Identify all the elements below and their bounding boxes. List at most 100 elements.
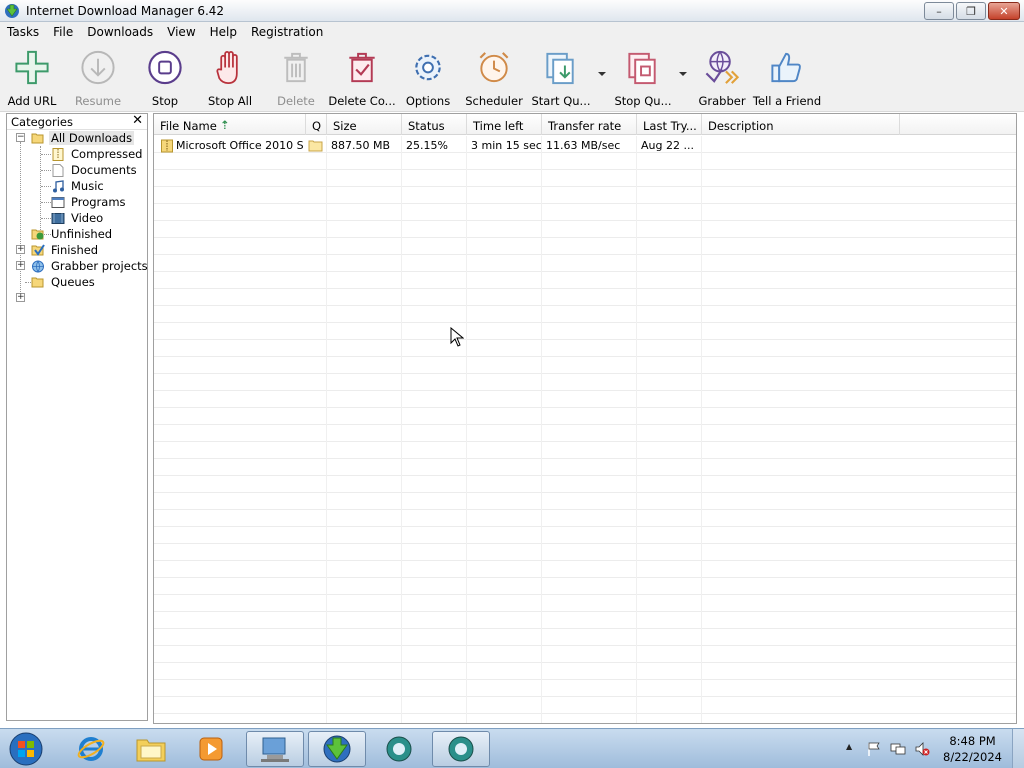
film-icon <box>51 212 65 224</box>
close-icon[interactable]: ✕ <box>132 113 143 128</box>
category-music[interactable]: Music <box>51 178 106 194</box>
folder-check-icon <box>31 243 45 256</box>
menu-registration[interactable]: Registration <box>244 22 330 42</box>
start-queue-button[interactable]: Start Qu... <box>531 48 591 108</box>
column-queue[interactable]: Q <box>306 114 327 135</box>
idm-app-icon[interactable] <box>4 3 20 19</box>
folder-icon <box>136 739 166 762</box>
minimize-button[interactable]: – <box>924 2 954 20</box>
add-url-label: Add URL <box>7 94 57 108</box>
expander-queues[interactable]: + <box>16 293 25 302</box>
categories-panel: Categories ✕ − All Downloads Compressed … <box>6 113 148 721</box>
close-button[interactable]: ✕ <box>988 2 1020 20</box>
stop-all-button[interactable]: Stop All <box>206 48 254 108</box>
stop-button[interactable]: Stop <box>141 48 189 108</box>
maximize-button[interactable]: ❐ <box>956 2 986 20</box>
menu-file[interactable]: File <box>46 22 80 42</box>
category-documents[interactable]: Documents <box>51 162 139 178</box>
column-status[interactable]: Status <box>402 114 467 135</box>
options-button[interactable]: Options <box>404 48 452 108</box>
globe-grabber-icon <box>705 50 740 84</box>
taskbar-app-globe[interactable] <box>370 731 428 767</box>
action-center-flag-icon[interactable] <box>866 741 882 757</box>
stop-label: Stop <box>151 94 179 108</box>
resume-button[interactable]: Resume <box>74 48 122 108</box>
start-queue-dropdown-arrow[interactable] <box>598 72 606 76</box>
categories-header: Categories ✕ <box>7 113 147 130</box>
column-time-left[interactable]: Time left <box>467 114 542 135</box>
stop-circle-icon <box>148 50 182 85</box>
queue-download-icon <box>546 52 574 85</box>
program-window-icon <box>51 196 65 208</box>
stop-queue-dropdown-arrow[interactable] <box>679 72 687 76</box>
thumbs-up-icon <box>771 52 801 83</box>
plus-icon <box>15 50 49 85</box>
taskbar: ▲ 8:48 PM 8/22/2024 <box>0 728 1024 768</box>
grabber-button[interactable]: Grabber <box>696 48 748 108</box>
category-compressed[interactable]: Compressed <box>51 146 144 162</box>
add-url-button[interactable]: Add URL <box>8 48 56 108</box>
taskbar-file-explorer[interactable] <box>122 731 180 767</box>
folder-download-icon <box>31 229 44 239</box>
expander-all-downloads[interactable]: − <box>16 133 25 142</box>
table-row[interactable]: Microsoft Office 2010 S... 887.50 MB 25.… <box>154 137 1016 154</box>
clock-time: 8:48 PM <box>949 734 996 748</box>
trash-check-icon <box>349 52 375 83</box>
menu-tasks[interactable]: Tasks <box>0 22 46 42</box>
alarm-clock-icon <box>479 52 509 83</box>
delete-completed-button[interactable]: Delete Co... <box>328 48 396 108</box>
tell-friend-button[interactable]: Tell a Friend <box>753 48 821 108</box>
delete-label: Delete <box>277 94 315 108</box>
windows-start-icon[interactable] <box>6 731 46 767</box>
tray-expand-arrow[interactable]: ▲ <box>846 742 852 751</box>
toolbar: Add URL Resume Stop Stop All Delete Dele… <box>0 42 1024 112</box>
start-queue-label: Start Qu... <box>531 94 591 108</box>
title-bar[interactable]: Internet Download Manager 6.42 – ❐ ✕ <box>0 0 1024 22</box>
expander-finished[interactable]: + <box>16 261 25 270</box>
download-list[interactable]: File Name ⇡ Q Size Status Time left Tran… <box>153 113 1017 724</box>
menu-downloads[interactable]: Downloads <box>80 22 160 42</box>
expander-unfinished[interactable]: + <box>16 245 25 254</box>
category-programs[interactable]: Programs <box>51 194 128 210</box>
category-video[interactable]: Video <box>51 210 105 226</box>
menu-help[interactable]: Help <box>203 22 244 42</box>
media-player-icon <box>199 737 223 761</box>
hand-stop-icon <box>216 51 238 84</box>
network-icon[interactable] <box>890 741 906 757</box>
menu-view[interactable]: View <box>160 22 202 42</box>
stop-queue-button[interactable]: Stop Qu... <box>614 48 672 108</box>
show-desktop-button[interactable] <box>1012 729 1024 768</box>
taskbar-idm[interactable] <box>308 731 366 767</box>
taskbar-remote-desktop[interactable] <box>246 731 304 767</box>
scheduler-button[interactable]: Scheduler <box>465 48 523 108</box>
speaker-muted-icon[interactable] <box>914 741 930 757</box>
category-queues[interactable]: Queues <box>31 274 97 290</box>
taskbar-app-globe-active[interactable] <box>432 731 490 767</box>
category-label: Finished <box>51 243 99 257</box>
cell-last-try: Aug 22 ... <box>641 139 694 152</box>
category-grabber-projects[interactable]: Grabber projects <box>31 258 150 274</box>
cell-size: 887.50 MB <box>331 139 391 152</box>
category-unfinished[interactable]: Unfinished <box>31 226 114 242</box>
column-size[interactable]: Size <box>327 114 402 135</box>
taskbar-media-player[interactable] <box>182 731 240 767</box>
clock-date: 8/22/2024 <box>943 750 1002 764</box>
grabber-label: Grabber <box>698 94 746 108</box>
column-transfer-rate[interactable]: Transfer rate <box>542 114 637 135</box>
options-label: Options <box>405 94 451 108</box>
globe-app-icon <box>448 736 474 762</box>
globe-app-icon <box>386 736 412 762</box>
system-clock[interactable]: 8:48 PM 8/22/2024 <box>943 733 1002 765</box>
category-finished[interactable]: Finished <box>31 242 100 258</box>
folder-icon <box>31 277 44 287</box>
category-label: Compressed <box>71 147 143 161</box>
column-last-try[interactable]: Last Try... <box>637 114 702 135</box>
delete-button[interactable]: Delete <box>272 48 320 108</box>
column-file-name[interactable]: File Name ⇡ <box>154 114 306 135</box>
cell-status: 25.15% <box>406 139 448 152</box>
folder-open-icon <box>31 133 44 143</box>
category-all-downloads[interactable]: All Downloads <box>31 130 135 146</box>
column-description[interactable]: Description <box>702 114 900 135</box>
queue-stop-icon <box>628 52 656 85</box>
taskbar-internet-explorer[interactable] <box>62 731 120 767</box>
